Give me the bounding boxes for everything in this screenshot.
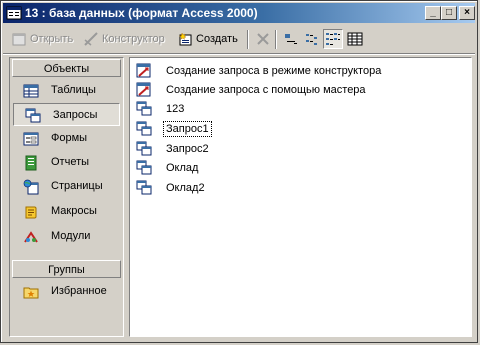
sidebar-item-label: Формы (51, 132, 88, 144)
list-item-label: Создание запроса с помощью мастера (166, 84, 366, 96)
sidebar-item-label: Избранное (51, 285, 107, 297)
sidebar-item-reports[interactable]: Отчеты (12, 151, 121, 174)
list-item[interactable]: Оклад2 (136, 179, 207, 197)
list-item[interactable]: Оклад (136, 159, 200, 177)
query-icon (136, 141, 152, 156)
sidebar-item-label: Таблицы (51, 84, 96, 96)
report-icon (25, 155, 37, 171)
sidebar-item-favorites[interactable]: Избранное (12, 280, 121, 303)
list-item-label: Запрос1 (163, 121, 212, 137)
query-icon (136, 180, 152, 195)
delete-button[interactable] (253, 29, 273, 49)
window-title: 13 : база данных (формат Access 2000) (25, 6, 258, 20)
sidebar-item-label: Запросы (53, 109, 98, 121)
sidebar-item-macros[interactable]: Макросы (12, 200, 121, 223)
wizard-icon (136, 82, 151, 97)
object-list: Создание запроса в режиме конструктора С… (129, 57, 472, 337)
list-item-label: 123 (166, 103, 185, 115)
details-view-button[interactable] (345, 29, 365, 49)
create-label: Создать (196, 33, 238, 45)
favorites-folder-icon (23, 287, 39, 299)
list-item[interactable]: Запрос1 (136, 120, 212, 138)
sidebar-item-pages[interactable]: Страницы (12, 175, 121, 198)
list-view-icon (326, 33, 340, 45)
maximize-glyph: □ (445, 7, 453, 18)
sidebar-item-modules[interactable]: Модули (12, 225, 121, 248)
large-icons-view-button[interactable] (281, 29, 301, 49)
delete-icon (257, 33, 269, 45)
design-icon (84, 32, 98, 46)
toolbar-separator (275, 30, 277, 49)
toolbar-divider (3, 53, 475, 55)
open-label: Открыть (30, 33, 74, 45)
macro-icon (25, 206, 37, 219)
list-item-label: Оклад (166, 162, 199, 174)
open-button[interactable]: Открыть (11, 30, 73, 48)
close-glyph: × (464, 7, 470, 18)
design-label: Конструктор (102, 33, 165, 45)
sidebar-item-tables[interactable]: Таблицы (12, 79, 121, 102)
sidebar-item-queries[interactable]: Запросы (13, 103, 120, 126)
small-icons-icon (306, 34, 317, 45)
list-item-label: Оклад2 (166, 182, 205, 194)
module-icon (24, 231, 38, 243)
query-icon (25, 108, 41, 123)
database-window-icon[interactable] (6, 5, 22, 21)
query-icon (136, 101, 152, 116)
sidebar-item-label: Модули (51, 230, 91, 242)
query-icon (136, 121, 152, 136)
list-view-button[interactable] (323, 29, 343, 49)
sidebar-item-label: Отчеты (51, 156, 90, 168)
minimize-button[interactable]: _ (425, 6, 441, 20)
list-item[interactable]: Создание запроса с помощью мастера (136, 81, 368, 99)
design-button[interactable]: Конструктор (83, 30, 165, 48)
list-item-label: Запрос2 (166, 143, 209, 155)
objects-header[interactable]: Объекты (12, 59, 121, 77)
wizard-icon (136, 63, 151, 78)
small-icons-view-button[interactable] (302, 29, 322, 49)
create-new-icon (178, 32, 192, 46)
toolbar: Открыть Конструктор Создать (3, 26, 475, 52)
database-window: 13 : база данных (формат Access 2000) _ … (0, 0, 478, 343)
toolbar-separator (247, 30, 249, 49)
details-view-icon (347, 32, 363, 46)
query-icon (136, 160, 152, 175)
table-icon (23, 84, 39, 98)
large-icons-icon (285, 34, 297, 44)
page-icon (23, 179, 39, 195)
sidebar-item-label: Макросы (51, 205, 97, 217)
sidebar-item-label: Страницы (51, 180, 103, 192)
close-button[interactable]: × (459, 6, 475, 20)
open-icon (12, 33, 26, 46)
list-item[interactable]: Создание запроса в режиме конструктора (136, 62, 383, 80)
sidebar-item-forms[interactable]: Формы (12, 127, 121, 150)
groups-header[interactable]: Группы (12, 260, 121, 278)
maximize-button[interactable]: □ (441, 6, 457, 20)
list-item[interactable]: Запрос2 (136, 140, 211, 158)
create-button[interactable]: Создать (177, 30, 238, 48)
minimize-glyph: _ (430, 7, 436, 18)
title-bar[interactable]: 13 : база данных (формат Access 2000) _ … (3, 3, 475, 23)
list-item-label: Создание запроса в режиме конструктора (166, 65, 382, 77)
list-item[interactable]: 123 (136, 100, 186, 118)
objects-bar: Объекты Таблицы Запросы Формы Отчеты Стр… (9, 57, 124, 337)
form-icon (23, 132, 39, 146)
